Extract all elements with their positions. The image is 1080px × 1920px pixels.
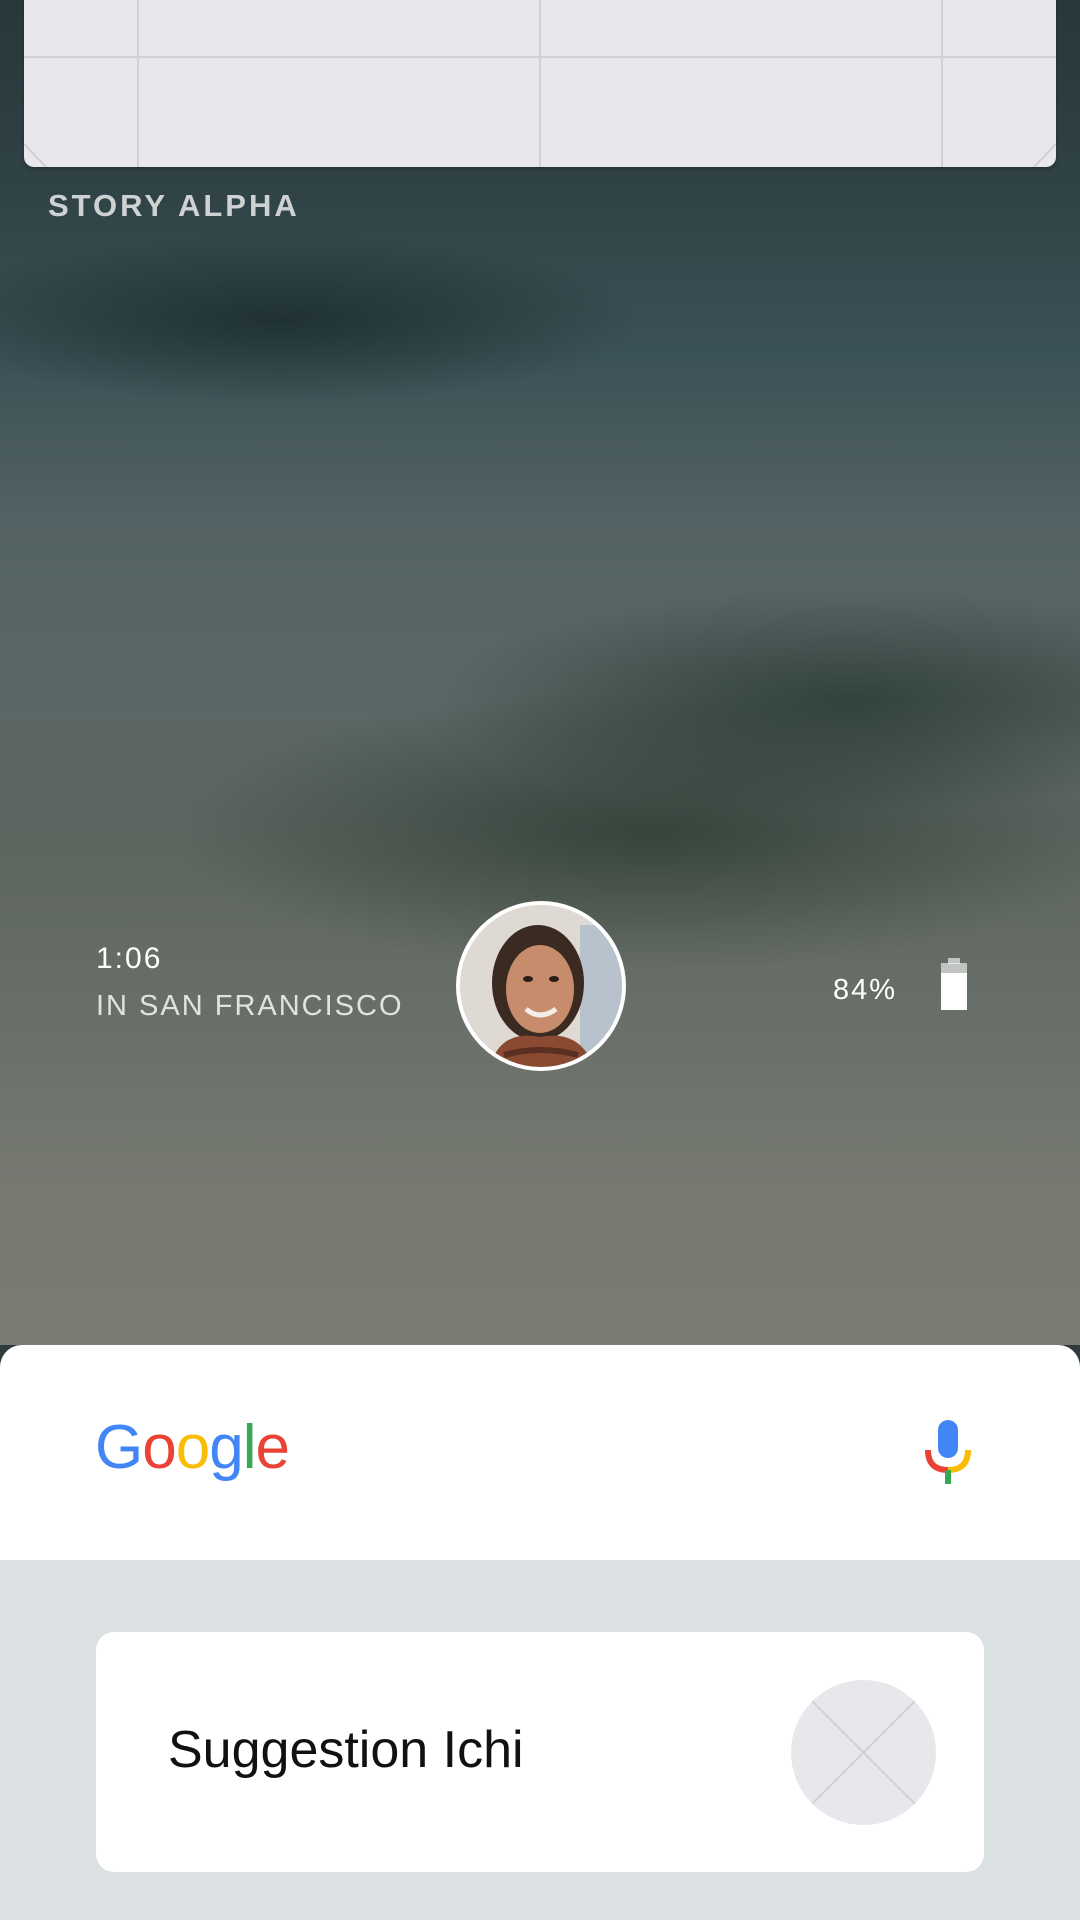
google-logo: Google <box>95 1408 290 1488</box>
google-logo-letter: l <box>242 1413 257 1482</box>
image-placeholder-icon <box>791 1680 936 1825</box>
google-logo-letter: o <box>142 1413 176 1482</box>
microphone-icon[interactable] <box>924 1420 972 1484</box>
google-logo-letter: o <box>175 1413 210 1482</box>
google-logo-letter: g <box>209 1413 243 1482</box>
suggestion-label: Suggestion Ichi <box>168 1721 524 1779</box>
google-logo-letter: e <box>255 1413 289 1482</box>
avatar-portrait <box>460 905 622 1067</box>
google-logo-letter: G <box>95 1413 143 1482</box>
home-screen: STORY ALPHA 1:06 IN SAN FRANCISCO 84% Go… <box>0 0 1080 1920</box>
story-card[interactable] <box>24 0 1056 167</box>
location-text: IN SAN FRANCISCO <box>96 990 404 1022</box>
time-text: 1:06 <box>96 942 163 975</box>
battery-icon <box>941 958 967 1010</box>
avatar[interactable] <box>456 901 626 1071</box>
story-title: STORY ALPHA <box>48 188 300 223</box>
suggestion-thumbnail <box>791 1680 936 1825</box>
battery-percentage: 84% <box>833 974 898 1006</box>
grid-placeholder <box>24 0 1056 167</box>
